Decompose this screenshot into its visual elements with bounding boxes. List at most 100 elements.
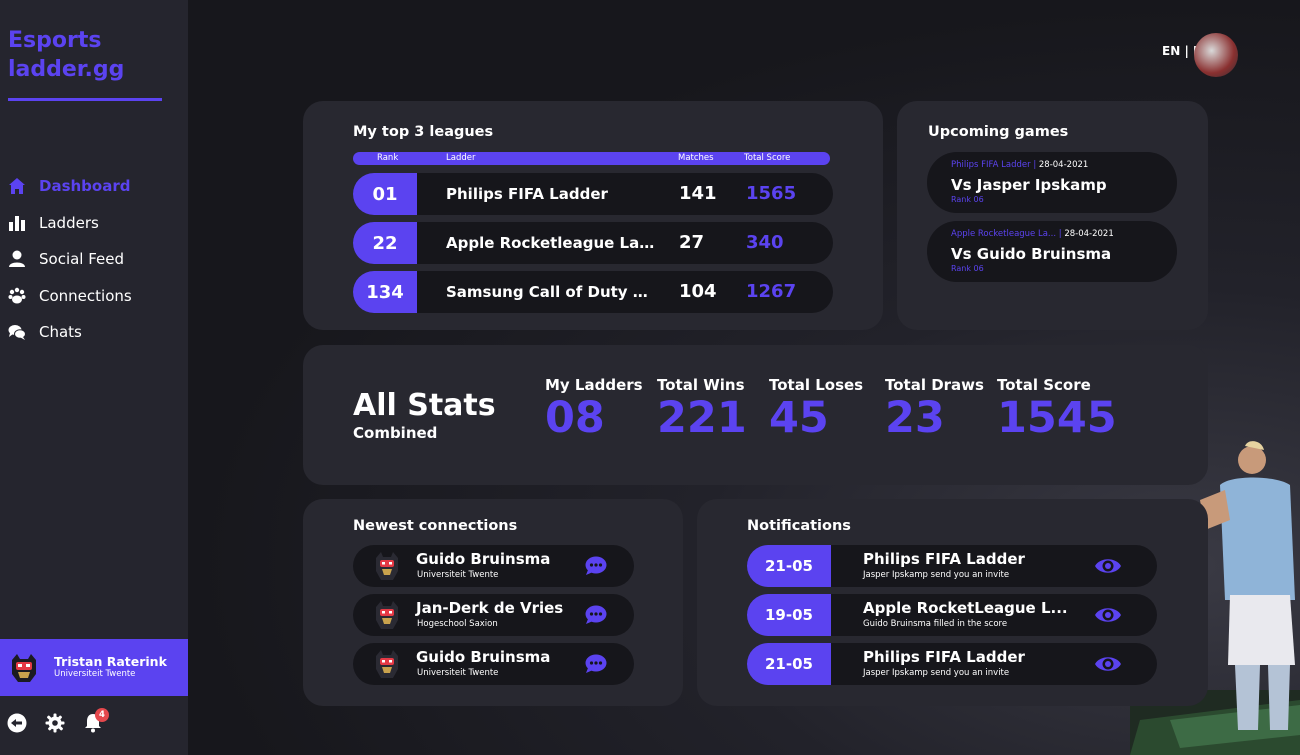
newest-connections-card: Newest connections Guido Bruinsma Univer…: [303, 499, 683, 706]
connection-avatar-icon: [376, 552, 398, 580]
main-content: EN | NL My top 3 leagues Rank Ladder Mat…: [188, 0, 1300, 755]
user-name: Tristan Raterink: [54, 654, 167, 669]
stat-total-wins: Total Wins 221: [657, 376, 747, 443]
app-logo[interactable]: Esports ladder.gg: [8, 26, 168, 84]
nav-item-chats[interactable]: Chats: [6, 314, 132, 351]
game-league: Philips FIFA Ladder: [951, 160, 1031, 170]
league-row[interactable]: 01 Philips FIFA Ladder 141 1565: [353, 173, 833, 215]
notifications-bell-icon[interactable]: 4: [82, 708, 109, 734]
sidebar: Esports ladder.gg Dashboard Ladders Soci…: [0, 0, 188, 755]
notification-count-badge: 4: [95, 708, 109, 722]
notification-title: Apple RocketLeague L...: [863, 599, 1068, 617]
upcoming-game-item[interactable]: Apple Rocketleague La... | 28-04-2021 Vs…: [927, 221, 1177, 282]
logout-icon[interactable]: [6, 712, 28, 734]
bar-chart-icon: [6, 212, 28, 234]
stat-label: Total Draws: [885, 376, 984, 394]
leagues-table-header: Rank Ladder Matches Total Score: [353, 152, 830, 165]
notifications-card: Notifications 21-05 Philips FIFA Ladder …: [697, 499, 1208, 706]
connection-avatar-icon: [376, 601, 398, 629]
game-date: 28-04-2021: [1038, 160, 1089, 170]
league-rank: 01: [353, 173, 417, 215]
paw-icon: [6, 285, 28, 307]
game-league-line: Apple Rocketleague La... | 28-04-2021: [951, 229, 1114, 239]
connection-org: Universiteit Twente: [417, 570, 499, 580]
lang-en[interactable]: EN: [1162, 44, 1180, 58]
notification-desc: Guido Bruinsma filled in the score: [863, 619, 1008, 629]
notification-item[interactable]: 21-05 Philips FIFA Ladder Jasper Ipskamp…: [747, 643, 1157, 685]
game-league: Apple Rocketleague La...: [951, 229, 1057, 239]
header-total-score: Total Score: [744, 153, 791, 163]
nav-label: Connections: [39, 286, 132, 305]
logo-underline: [8, 98, 162, 101]
user-avatar-icon: [8, 652, 40, 684]
league-name: Samsung Call of Duty L...: [446, 283, 656, 301]
stat-value: 08: [545, 393, 605, 443]
connection-item[interactable]: Guido Bruinsma Universiteit Twente: [353, 643, 634, 685]
header-ladder: Ladder: [446, 153, 476, 163]
connection-name: Guido Bruinsma: [416, 648, 551, 666]
connection-org: Hogeschool Saxion: [417, 619, 498, 629]
notification-item[interactable]: 21-05 Philips FIFA Ladder Jasper Ipskamp…: [747, 545, 1157, 587]
notification-desc: Jasper Ipskamp send you an invite: [863, 570, 1010, 580]
connection-org: Universiteit Twente: [417, 668, 499, 678]
connection-item[interactable]: Guido Bruinsma Universiteit Twente: [353, 545, 634, 587]
connection-name: Jan-Derk de Vries: [416, 599, 564, 617]
connection-item[interactable]: Jan-Derk de Vries Hogeschool Saxion: [353, 594, 634, 636]
league-rank: 134: [353, 271, 417, 313]
settings-gear-icon[interactable]: [44, 712, 66, 734]
notification-desc: Jasper Ipskamp send you an invite: [863, 668, 1010, 678]
game-date: 28-04-2021: [1064, 229, 1114, 239]
stat-label: Total Score: [997, 376, 1091, 394]
upcoming-game-item[interactable]: Philips FIFA Ladder | 28-04-2021 Vs Jasp…: [927, 152, 1177, 213]
nav-item-ladders[interactable]: Ladders: [6, 205, 132, 242]
user-org: Universiteit Twente: [54, 669, 136, 679]
stat-total-loses: Total Loses 45: [769, 376, 863, 443]
stat-value: 221: [657, 393, 747, 443]
header-matches: Matches: [678, 153, 714, 163]
league-score: 340: [746, 232, 784, 253]
game-league-line: Philips FIFA Ladder | 28-04-2021: [951, 160, 1089, 170]
stat-value: 1545: [997, 393, 1117, 443]
lang-separator: |: [1184, 44, 1189, 58]
league-score: 1565: [746, 183, 797, 204]
league-rank: 22: [353, 222, 417, 264]
chat-bubbles-icon: [6, 321, 28, 343]
league-matches: 141: [679, 183, 717, 204]
nav-label: Chats: [39, 323, 82, 342]
league-row[interactable]: 134 Samsung Call of Duty L... 104 1267: [353, 271, 833, 313]
league-name: Philips FIFA Ladder: [446, 185, 608, 203]
view-eye-icon[interactable]: [1094, 605, 1122, 625]
league-matches: 27: [679, 232, 705, 253]
notification-date: 21-05: [747, 643, 831, 685]
view-eye-icon[interactable]: [1094, 654, 1122, 674]
stat-label: Total Loses: [769, 376, 864, 394]
stat-label: Total Wins: [657, 376, 745, 394]
notifications-title: Notifications: [747, 518, 851, 534]
game-opponent: Vs Guido Bruinsma: [951, 245, 1112, 263]
nav-item-connections[interactable]: Connections: [6, 278, 132, 315]
chat-message-icon[interactable]: [585, 556, 607, 576]
notification-item[interactable]: 19-05 Apple RocketLeague L... Guido Brui…: [747, 594, 1157, 636]
nav-item-dashboard[interactable]: Dashboard: [6, 168, 132, 205]
notification-title: Philips FIFA Ladder: [863, 648, 1025, 666]
league-row[interactable]: 22 Apple Rocketleague La... 27 340: [353, 222, 833, 264]
upcoming-games-card: Upcoming games Philips FIFA Ladder | 28-…: [897, 101, 1208, 330]
game-rank: Rank 06: [951, 195, 984, 204]
chat-message-icon[interactable]: [585, 654, 607, 674]
home-icon: [6, 175, 28, 197]
top-leagues-card: My top 3 leagues Rank Ladder Matches Tot…: [303, 101, 883, 330]
connection-name: Guido Bruinsma: [416, 550, 551, 568]
profile-avatar[interactable]: [1194, 33, 1238, 77]
league-score: 1267: [746, 281, 797, 302]
view-eye-icon[interactable]: [1094, 556, 1122, 576]
notification-date: 21-05: [747, 545, 831, 587]
stat-total-score: Total Score 1545: [997, 376, 1117, 443]
nav-item-social-feed[interactable]: Social Feed: [6, 241, 132, 278]
current-user-card[interactable]: Tristan Raterink Universiteit Twente: [0, 639, 188, 696]
stats-title: All Stats: [353, 388, 496, 423]
header-rank: Rank: [377, 153, 399, 163]
notification-date: 19-05: [747, 594, 831, 636]
league-matches: 104: [679, 281, 717, 302]
connections-title: Newest connections: [353, 518, 518, 534]
chat-message-icon[interactable]: [585, 605, 607, 625]
